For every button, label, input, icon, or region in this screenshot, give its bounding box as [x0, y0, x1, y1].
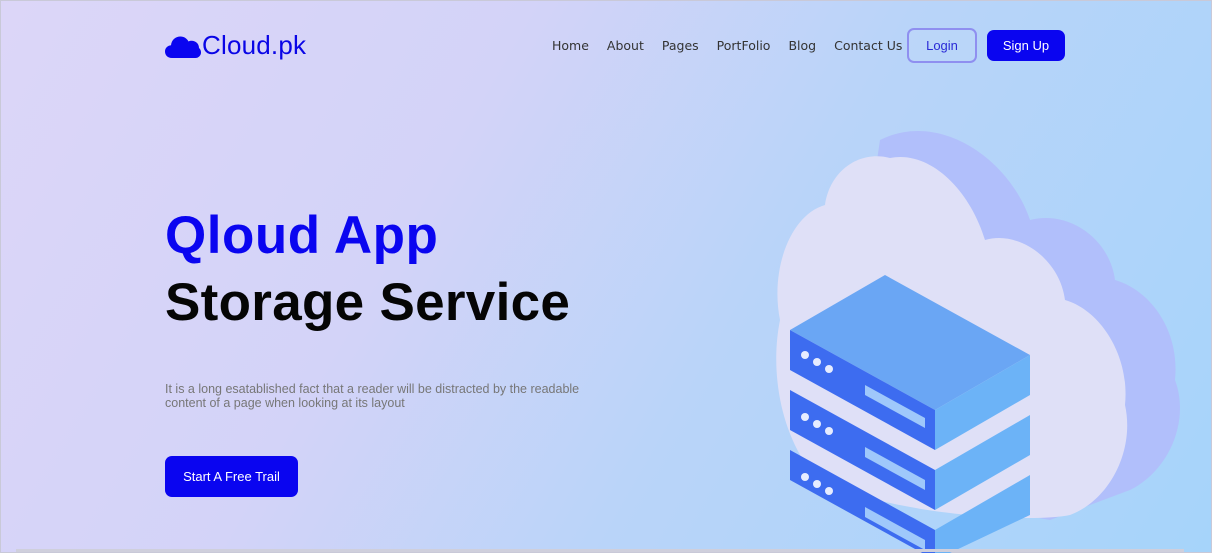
- main-nav: Home About Pages PortFolio Blog Contact …: [552, 38, 902, 53]
- hero-title-secondary: Storage Service: [165, 273, 571, 332]
- nav-contact-us[interactable]: Contact Us: [834, 38, 902, 53]
- login-button[interactable]: Login: [907, 28, 977, 63]
- nav-portfolio[interactable]: PortFolio: [717, 38, 771, 53]
- nav-about[interactable]: About: [607, 38, 644, 53]
- nav-blog[interactable]: Blog: [788, 38, 816, 53]
- brand-logo[interactable]: Cloud.pk: [165, 30, 306, 61]
- horizontal-scrollbar[interactable]: [16, 549, 1184, 552]
- nav-home[interactable]: Home: [552, 38, 589, 53]
- cloud-icon: [165, 36, 201, 58]
- hero-title-primary: Qloud App: [165, 206, 439, 265]
- start-free-trial-button[interactable]: Start A Free Trail: [165, 456, 298, 497]
- cloud-server-illustration: [776, 131, 1180, 553]
- brand-name: Cloud.pk: [202, 30, 307, 60]
- signup-button[interactable]: Sign Up: [987, 30, 1065, 61]
- hero-description: It is a long esatablished fact that a re…: [165, 382, 580, 410]
- nav-pages[interactable]: Pages: [662, 38, 699, 53]
